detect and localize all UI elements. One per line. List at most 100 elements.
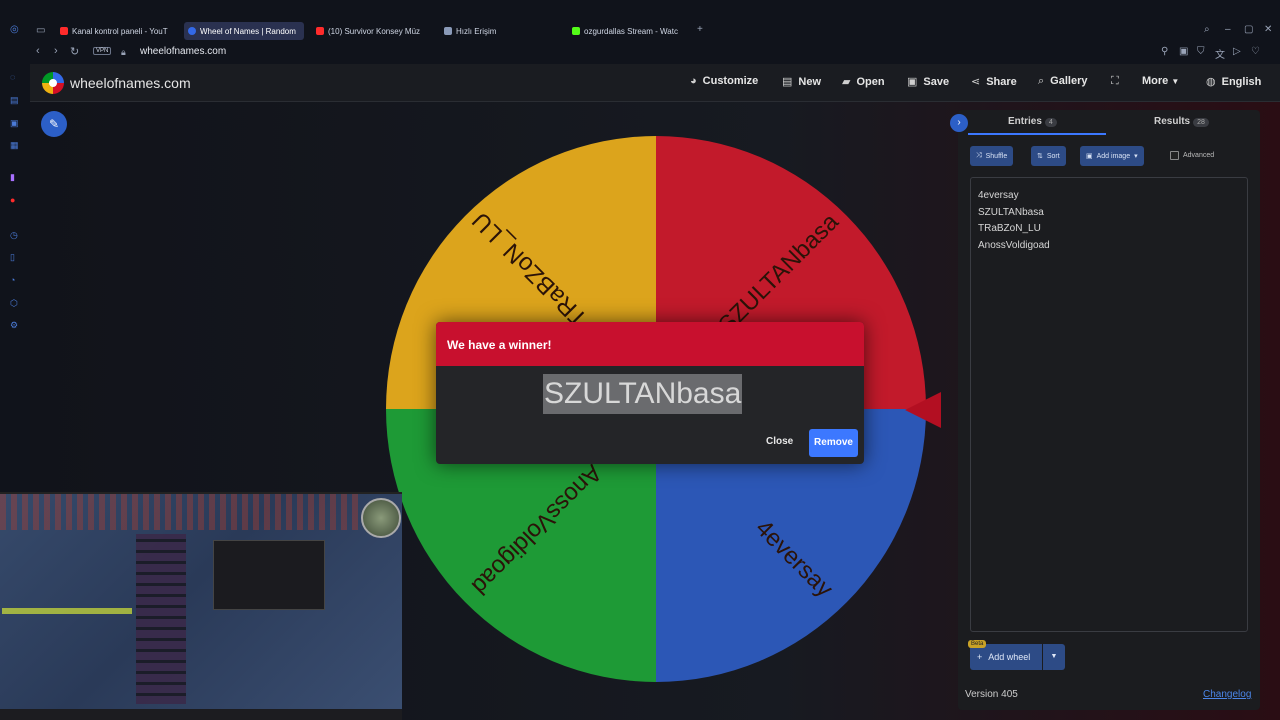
chevron-down-icon: ▼: [1171, 77, 1180, 86]
add-image-label: Add image: [1096, 152, 1131, 160]
forward-icon[interactable]: ›: [54, 45, 58, 57]
tab-label: Hızlı Erişim: [456, 26, 497, 36]
folder-icon: ▰: [842, 76, 851, 88]
save-button[interactable]: ▣ Save: [907, 75, 949, 88]
grid-icon: [444, 27, 452, 35]
share-label: Share: [986, 76, 1017, 88]
history-icon[interactable]: ◔: [10, 275, 15, 285]
tab-wheel-of-names[interactable]: Wheel of Names | Random: [184, 22, 304, 40]
chevron-right-icon: ›: [957, 117, 961, 128]
url-field[interactable]: wheelofnames.com: [140, 46, 226, 57]
share-icon: ⋖: [971, 76, 981, 88]
customize-label: Customize: [702, 75, 759, 87]
sort-icon: ⇅: [1037, 153, 1043, 160]
fullscreen-button[interactable]: ⛶: [1111, 75, 1125, 88]
results-count-badge: 28: [1193, 118, 1209, 127]
share-button[interactable]: ⋖ Share: [971, 75, 1017, 88]
tab-results[interactable]: Results 28: [1154, 116, 1209, 127]
entry-line: 4eversay: [978, 190, 1019, 201]
entries-textarea[interactable]: 4eversay SZULTANbasa TRaBZoN_LU AnossVol…: [970, 177, 1248, 632]
opera-logo-icon[interactable]: ◎: [10, 24, 19, 35]
translate-icon[interactable]: 文: [1215, 46, 1225, 61]
plus-icon: +: [977, 652, 983, 662]
advanced-label: Advanced: [1183, 152, 1215, 159]
adblock-icon[interactable]: ⛉: [1197, 46, 1205, 57]
tab-kick-stream[interactable]: ozgurdallas Stream - Watc: [568, 22, 688, 40]
site-title[interactable]: wheelofnames.com: [70, 75, 191, 91]
close-window-icon[interactable]: ✕: [1264, 24, 1272, 35]
remove-button[interactable]: Remove: [809, 429, 858, 457]
chevron-down-icon: ▾: [1134, 153, 1138, 160]
reload-icon[interactable]: ↻: [70, 45, 79, 58]
game-skill-icons: [0, 494, 360, 530]
wheel-logo-icon[interactable]: [42, 72, 64, 94]
youtube-sidebar-icon[interactable]: ●: [10, 195, 15, 205]
settings-icon[interactable]: ⚙: [10, 320, 18, 331]
palette-icon: ◕: [690, 75, 697, 87]
version-text: Version 405: [965, 689, 1018, 700]
shuffle-button[interactable]: ⤨ Shuffle: [970, 146, 1014, 166]
heart-icon[interactable]: ♡: [1251, 46, 1260, 57]
wheel-favicon-icon: [188, 27, 196, 35]
more-label: More: [1142, 75, 1169, 87]
language-button[interactable]: ◍ English: [1206, 75, 1261, 88]
tab-label: (10) Survivor Konsey Müz: [328, 26, 421, 36]
customize-button[interactable]: ◕ Customize: [690, 75, 758, 87]
address-bar: ‹ › ↻ VPN 🔒︎ wheelofnames.com ⚲ ▣ ⛉ 文 ▷ …: [0, 42, 1280, 64]
edit-pencil-button[interactable]: ✎: [41, 111, 67, 137]
sort-button[interactable]: ⇅ Sort: [1031, 146, 1066, 166]
open-button[interactable]: ▰ Open: [842, 75, 885, 88]
add-wheel-dropdown[interactable]: ▼: [1043, 644, 1065, 670]
changelog-link[interactable]: Changelog: [1203, 689, 1251, 700]
entries-count-badge: 4: [1044, 118, 1057, 127]
add-image-button[interactable]: ▣ Add image ▾: [1080, 146, 1144, 166]
image-icon: ▣: [1086, 153, 1093, 160]
close-button[interactable]: Close: [766, 436, 793, 447]
winner-dialog: We have a winner! SZULTANbasa Close Remo…: [436, 322, 864, 464]
advanced-checkbox[interactable]: [1170, 151, 1179, 160]
search-tabs-icon[interactable]: ⌕: [1204, 24, 1210, 35]
tab-overview-icon[interactable]: ▭: [36, 25, 45, 36]
snapshot-icon[interactable]: ▣: [1179, 46, 1188, 57]
tab-survivor[interactable]: (10) Survivor Konsey Müz: [312, 22, 432, 40]
pin-icon[interactable]: ⚲: [1161, 46, 1168, 57]
extensions-icon[interactable]: ⬡: [10, 298, 18, 309]
dialog-title: We have a winner!: [436, 322, 864, 366]
back-icon[interactable]: ‹: [36, 45, 40, 57]
bookmark-icon[interactable]: ▯: [10, 252, 15, 263]
tab-speed-dial[interactable]: Hızlı Erişim: [440, 22, 560, 40]
new-button[interactable]: ▤ New: [782, 75, 821, 88]
ai-icon[interactable]: ◌: [10, 72, 15, 82]
winner-name: SZULTANbasa: [543, 374, 743, 414]
youtube-icon: [316, 27, 324, 35]
game-taskbar: [0, 709, 402, 720]
news-icon[interactable]: ▦: [10, 140, 19, 151]
entry-line: TRaBZoN_LU: [978, 223, 1041, 234]
new-tab-button[interactable]: +: [697, 24, 703, 35]
advanced-toggle[interactable]: Advanced: [1170, 151, 1214, 160]
shuffle-icon: ⤨: [976, 152, 982, 159]
minimize-icon[interactable]: –: [1225, 24, 1231, 35]
save-icon: ▣: [907, 76, 918, 88]
shopping-icon[interactable]: ▤: [10, 95, 19, 106]
tab-results-label: Results: [1154, 116, 1191, 127]
fullscreen-icon: ⛶: [1111, 75, 1119, 87]
player-icon[interactable]: ◷: [10, 230, 18, 241]
collapse-panel-button[interactable]: ›: [950, 114, 968, 132]
play-icon[interactable]: ▷: [1233, 46, 1241, 57]
more-button[interactable]: More ▼: [1142, 75, 1179, 87]
gallery-button[interactable]: ⌕ Gallery: [1038, 75, 1087, 88]
pencil-icon: ✎: [48, 117, 60, 131]
tab-youtube-studio[interactable]: Kanal kontrol paneli - YouT: [56, 22, 176, 40]
tab-label: Kanal kontrol paneli - YouT: [72, 26, 168, 36]
tab-label: Wheel of Names | Random: [200, 26, 296, 36]
tab-entries[interactable]: Entries 4: [1008, 116, 1057, 127]
kick-icon: [572, 27, 580, 35]
maximize-icon[interactable]: ▢: [1244, 24, 1253, 35]
vpn-badge[interactable]: VPN: [93, 47, 112, 55]
wheel-pointer: [905, 392, 941, 428]
chevron-down-icon: ▼: [1050, 653, 1058, 660]
twitch-icon[interactable]: ▮: [10, 172, 15, 183]
lock-icon: 🔒︎: [121, 47, 126, 57]
wallet-icon[interactable]: ▣: [10, 118, 19, 129]
